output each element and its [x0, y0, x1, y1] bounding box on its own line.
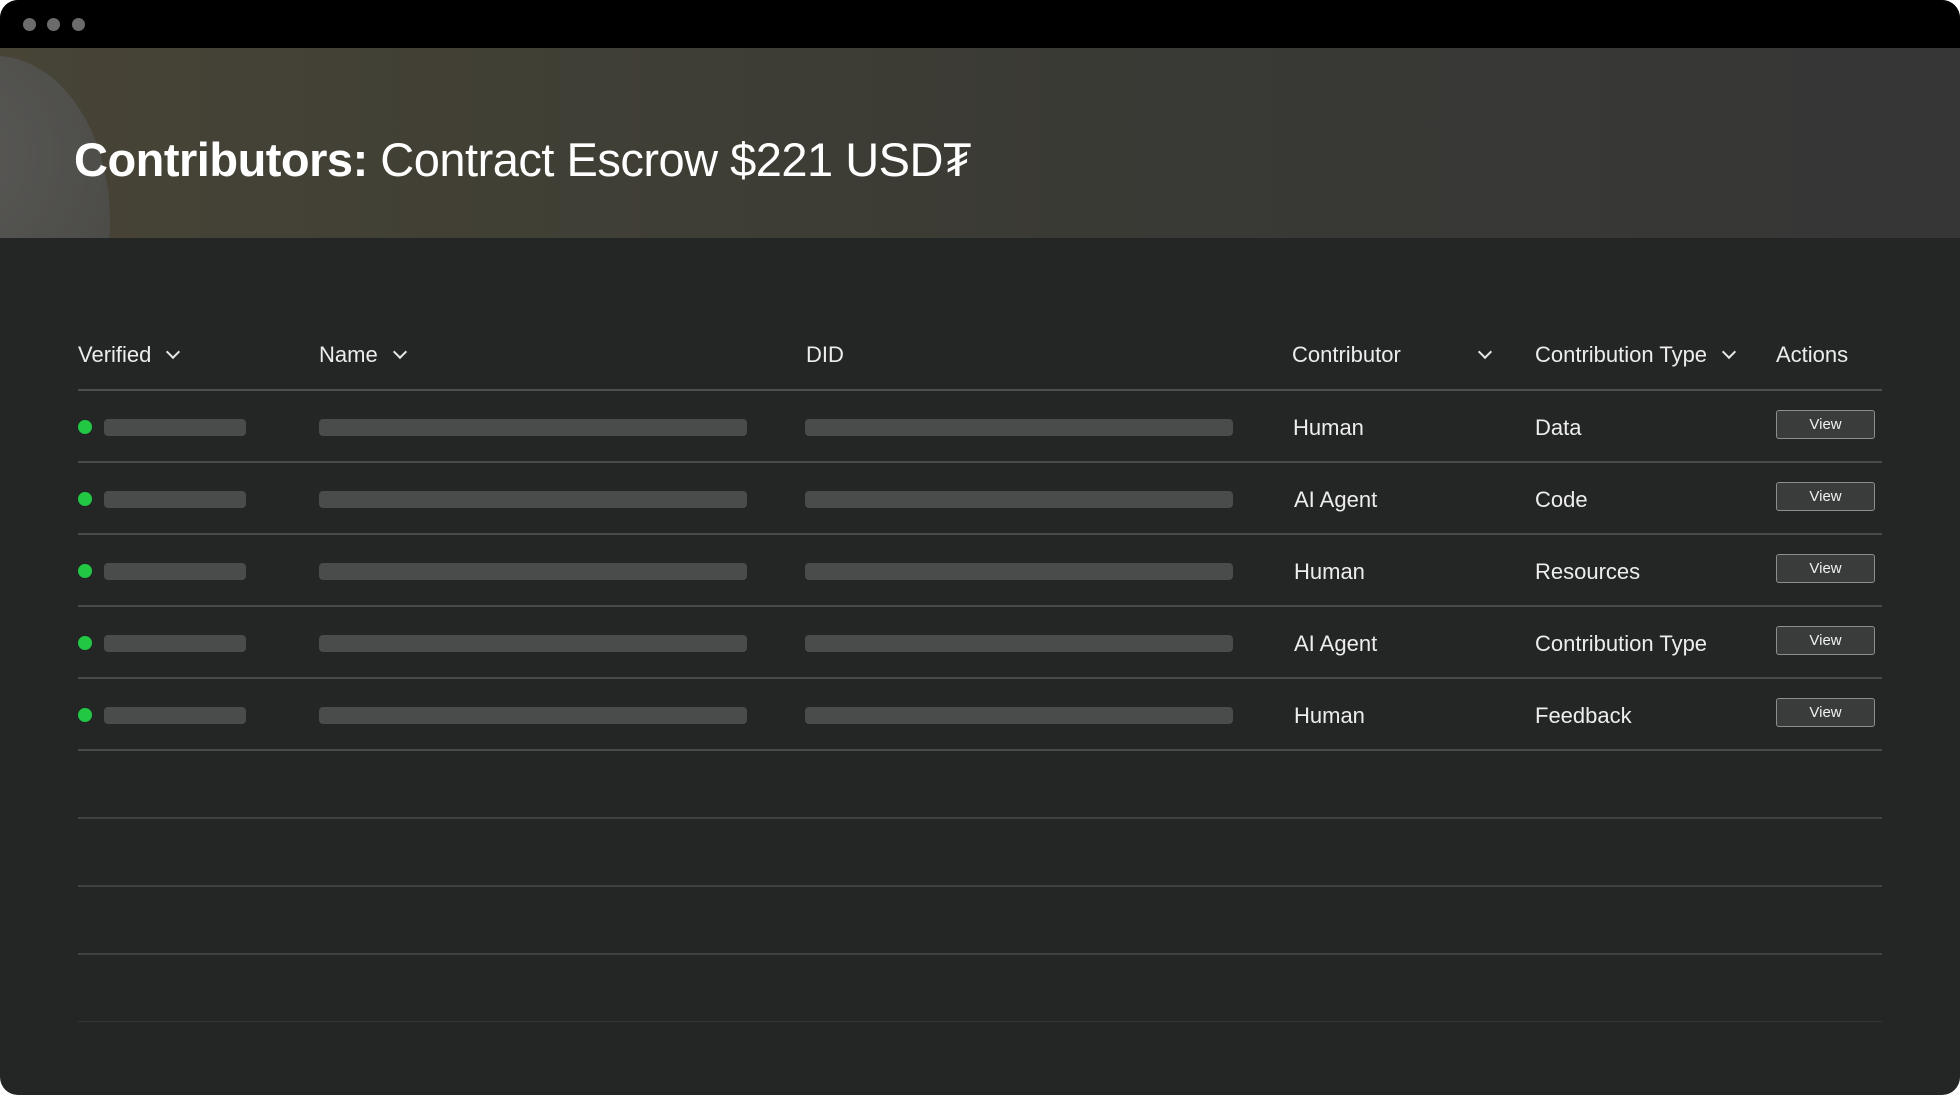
verified-status-dot: [78, 420, 92, 434]
view-button[interactable]: View: [1776, 410, 1875, 439]
contribution-type-cell: Feedback: [1535, 703, 1632, 728]
contributor-cell: AI Agent: [1294, 631, 1378, 656]
chevron-down-icon: [166, 344, 181, 360]
table-header: Verified Name DID Contributor Contributi…: [78, 330, 1882, 391]
empty-table-row: [78, 887, 1882, 955]
contributor-cell: Human: [1294, 703, 1365, 728]
contributor-cell: Human: [1293, 415, 1364, 440]
verified-status-dot: [78, 708, 92, 722]
verified-status-dot: [78, 564, 92, 578]
contribution-type-cell: Resources: [1535, 559, 1641, 584]
name-placeholder-bar: [319, 419, 747, 436]
table-row: Human Resources View: [78, 535, 1882, 607]
name-placeholder-bar: [319, 707, 747, 724]
verified-placeholder-bar: [104, 491, 246, 508]
chevron-down-icon: [1477, 344, 1492, 360]
name-placeholder-bar: [319, 563, 747, 580]
verified-placeholder-bar: [104, 563, 246, 580]
chevron-down-icon: [1721, 344, 1737, 360]
verified-placeholder-bar: [104, 419, 246, 436]
window-maximize-dot[interactable]: [72, 18, 85, 31]
empty-table-row: [78, 955, 1882, 1022]
app-window: Contributors: Contract Escrow $221 USD₮ …: [0, 0, 1960, 1095]
verified-placeholder-bar: [104, 635, 246, 652]
contributor-cell: AI Agent: [1294, 487, 1378, 512]
chevron-down-icon: [392, 344, 407, 360]
did-placeholder-bar: [805, 707, 1233, 724]
name-placeholder-bar: [319, 491, 747, 508]
column-header-verified-label: Verified: [78, 342, 152, 367]
column-header-did-label: DID: [806, 342, 844, 367]
verified-status-dot: [78, 492, 92, 506]
did-placeholder-bar: [805, 635, 1233, 652]
window-minimize-dot[interactable]: [47, 18, 60, 31]
table-row: AI Agent Contribution Type View: [78, 607, 1882, 679]
column-header-verified[interactable]: Verified: [78, 342, 181, 368]
window-close-dot[interactable]: [23, 18, 36, 31]
name-placeholder-bar: [319, 635, 747, 652]
view-button[interactable]: View: [1776, 698, 1875, 727]
column-header-name[interactable]: Name: [319, 342, 407, 368]
empty-table-row: [78, 751, 1882, 819]
contributor-cell: Human: [1294, 559, 1365, 584]
contributors-table: Verified Name DID Contributor Contributi…: [78, 330, 1882, 1022]
column-header-contribution-type[interactable]: Contribution Type: [1535, 342, 1737, 368]
contribution-type-cell: Code: [1535, 487, 1588, 512]
window-titlebar: [0, 0, 1960, 48]
column-header-contributor-label: Contributor: [1292, 342, 1401, 367]
contribution-type-cell: Contribution Type: [1535, 631, 1708, 656]
column-header-contribution-type-label: Contribution Type: [1535, 342, 1708, 367]
page-header: Contributors: Contract Escrow $221 USD₮: [0, 48, 1960, 238]
column-header-name-label: Name: [319, 342, 378, 367]
table-row: Human Feedback View: [78, 679, 1882, 751]
view-button[interactable]: View: [1776, 482, 1875, 511]
table-row: Human Data View: [78, 391, 1882, 463]
view-button[interactable]: View: [1776, 626, 1875, 655]
column-header-actions-label: Actions: [1776, 342, 1849, 367]
page-title-contract: Contract Escrow $221 USD₮: [380, 133, 972, 186]
column-header-did: DID: [806, 342, 844, 368]
page-title-label: Contributors:: [74, 133, 368, 186]
verified-status-dot: [78, 636, 92, 650]
verified-placeholder-bar: [104, 707, 246, 724]
did-placeholder-bar: [805, 419, 1233, 436]
column-header-contributor[interactable]: Contributor: [1292, 342, 1492, 368]
did-placeholder-bar: [805, 563, 1233, 580]
page-title: Contributors: Contract Escrow $221 USD₮: [74, 132, 972, 187]
empty-table-row: [78, 819, 1882, 887]
column-header-actions: Actions: [1776, 342, 1848, 368]
did-placeholder-bar: [805, 491, 1233, 508]
view-button[interactable]: View: [1776, 554, 1875, 583]
table-row: AI Agent Code View: [78, 463, 1882, 535]
contribution-type-cell: Data: [1535, 415, 1582, 440]
